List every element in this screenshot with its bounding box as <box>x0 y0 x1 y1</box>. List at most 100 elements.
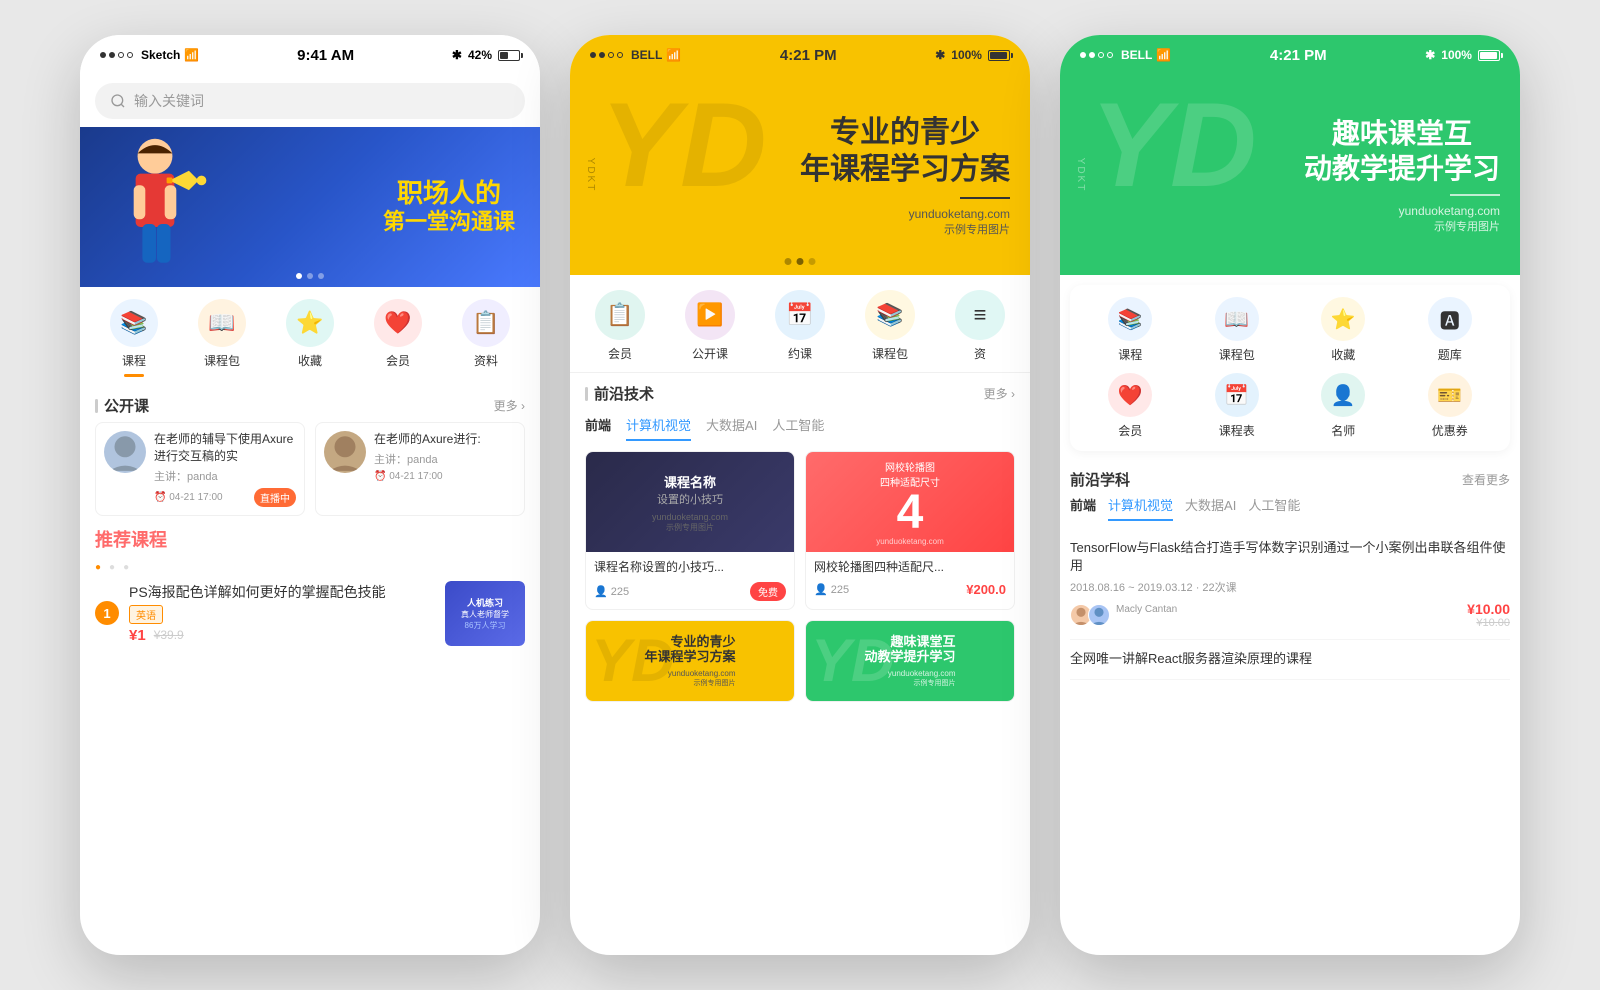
price-pair-3-1: ¥10.00 ¥10.00 <box>1467 601 1510 629</box>
nav-icon-book-2: 📅 <box>775 290 825 340</box>
nav-item-coupon-3[interactable]: 🎫 优惠券 <box>1402 373 1499 439</box>
nav-item-resource-2[interactable]: ≡ 资 <box>955 290 1005 362</box>
grid-card-2-3[interactable]: 专业的青少年课程学习方案 yunduoketang.com 示例专用图片 YD <box>585 620 795 702</box>
nav-icon-resource-2: ≡ <box>955 290 1005 340</box>
signal-dot2-2 <box>599 52 605 58</box>
nav-item-package-1[interactable]: 📖 课程包 <box>198 299 246 377</box>
nav-icon-coupon-3: 🎫 <box>1428 373 1472 417</box>
grid-thumb-text-2-3: 专业的青少年课程学习方案 yunduoketang.com 示例专用图片 <box>636 626 743 696</box>
nav-icon-package-1: 📖 <box>198 299 246 347</box>
banner-dot2-1 <box>785 258 792 265</box>
course-card-2[interactable]: 在老师的Axure进行: 主讲：panda ⏰ 04-21 17:00 <box>315 422 525 516</box>
course-time-2: ⏰ 04-21 17:00 <box>374 471 443 482</box>
tab-ai-3[interactable]: 人工智能 <box>1248 495 1300 521</box>
grid-students-2-2: 👤 225 <box>814 583 849 596</box>
banner-sub-2: 示例专用图片 <box>800 221 1010 237</box>
nav-item-material-1[interactable]: 📋 资料 <box>462 299 510 377</box>
avatar-cantan <box>1088 604 1110 626</box>
status-left-2: BELL 📶 <box>590 48 681 62</box>
live-badge-1: 直播中 <box>254 488 296 507</box>
more-link-2[interactable]: 更多 <box>984 385 1015 402</box>
nav-icon-opencourse-2: ▶️ <box>685 290 735 340</box>
nav-label-coupon-3: 优惠券 <box>1432 422 1468 439</box>
grid-card-2-4[interactable]: 趣味课堂互动教学提升学习 yunduoketang.com 示例专用图片 YD <box>805 620 1015 702</box>
grid-card-2-1[interactable]: 课程名称 设置的小技巧 yunduoketang.com 示例专用图片 课程名称… <box>585 451 795 610</box>
nav-item-course-3[interactable]: 📚 课程 <box>1082 297 1179 363</box>
course-time-1: ⏰ 04-21 17:00 <box>154 492 223 503</box>
banner-line-3 <box>1450 194 1500 196</box>
course-list-item-3-2[interactable]: 全网唯一讲解React服务器渲染原理的课程 <box>1070 640 1510 679</box>
status-bar-1: Sketch 📶 9:41 AM ✱ 42% <box>80 35 540 75</box>
grid-meta-2-1: 👤 225 免费 <box>594 582 786 601</box>
bluetooth-icon-1: ✱ <box>452 48 462 62</box>
tab-bigdata-2[interactable]: 大数据AI <box>706 415 757 441</box>
more-link-public-1[interactable]: 更多 <box>494 397 525 414</box>
price-main-3-1: ¥10.00 <box>1467 601 1510 617</box>
nav-item-teacher-3[interactable]: 👤 名师 <box>1295 373 1392 439</box>
search-box-1[interactable]: 输入关键词 <box>95 83 525 119</box>
course-info-1: 在老师的辅导下使用Axure进行交互稿的实 主讲：panda ⏰ 04-21 1… <box>154 431 296 507</box>
nav-label-member-3: 会员 <box>1118 422 1142 439</box>
grid-meta-2-2: 👤 225 ¥200.0 <box>814 582 1006 597</box>
banner-line1-2: 专业的青少 <box>830 116 980 149</box>
nav-item-package-2[interactable]: 📚 课程包 <box>865 290 915 362</box>
nav-item-opencourse-2[interactable]: ▶️ 公开课 <box>685 290 735 362</box>
course-grid-2: 课程名称 设置的小技巧 yunduoketang.com 示例专用图片 课程名称… <box>570 441 1030 712</box>
nav-item-book-2[interactable]: 📅 约课 <box>775 290 825 362</box>
banner-green-text-3: 趣味课堂互 动教学提升学习 <box>1304 116 1500 186</box>
course-list-title-3-1: TensorFlow与Flask结合打造手写体数字识别通过一个小案例出串联各组件… <box>1070 539 1510 575</box>
nav-item-collect-1[interactable]: ⭐ 收藏 <box>286 299 334 377</box>
bluetooth-icon-2: ✱ <box>935 48 945 62</box>
nav-item-collect-3[interactable]: ⭐ 收藏 <box>1295 297 1392 363</box>
nav-icon-course-3: 📚 <box>1108 297 1152 341</box>
banner-dots-2 <box>785 258 816 265</box>
status-right-1: ✱ 42% <box>452 48 520 62</box>
course-card-1[interactable]: 在老师的辅导下使用Axure进行交互稿的实 主讲：panda ⏰ 04-21 1… <box>95 422 305 516</box>
tab-cv-2[interactable]: 计算机视觉 <box>626 415 691 441</box>
tab-frontend-3[interactable]: 前端 <box>1070 495 1096 521</box>
tab-bigdata-3[interactable]: 大数据AI <box>1185 495 1236 521</box>
status-bar-3: BELL 📶 4:21 PM ✱ 100% <box>1060 35 1520 75</box>
nav-label-package-1: 课程包 <box>204 352 240 369</box>
nav-item-member-2[interactable]: 📋 会员 <box>595 290 645 362</box>
nav-icons-2: 📋 会员 ▶️ 公开课 📅 约课 📚 课程包 ≡ 资 <box>570 275 1030 373</box>
grid-thumb-2-3: 专业的青少年课程学习方案 yunduoketang.com 示例专用图片 YD <box>586 621 794 701</box>
nav-item-package-3[interactable]: 📖 课程包 <box>1189 297 1286 363</box>
carrier-label-1: Sketch <box>141 48 180 62</box>
signal-dot2-1 <box>590 52 596 58</box>
signal-dots-1 <box>100 52 133 58</box>
section-tabs-2: 前端 计算机视觉 大数据AI 人工智能 <box>570 415 1030 441</box>
recommend-dots-1: ●●● <box>95 562 525 573</box>
grid-info-2-2: 网校轮播图四种适配尺... 👤 225 ¥200.0 <box>806 552 1014 605</box>
signal-dot2-4 <box>617 52 623 58</box>
course-list-item-3-1[interactable]: TensorFlow与Flask结合打造手写体数字识别通过一个小案例出串联各组件… <box>1070 529 1510 640</box>
nav-item-member-1[interactable]: ❤️ 会员 <box>374 299 422 377</box>
see-more-3[interactable]: 查看更多 <box>1462 471 1510 488</box>
free-badge-2-1: 免费 <box>750 582 786 601</box>
wifi-icon-1: 📶 <box>184 48 199 62</box>
nav-item-bank-3[interactable]: 🅰 题库 <box>1402 297 1499 363</box>
signal-dot2 <box>109 52 115 58</box>
nav-item-member-3[interactable]: ❤️ 会员 <box>1082 373 1179 439</box>
grid-thumb-text-2-4: 趣味课堂互动教学提升学习 yunduoketang.com 示例专用图片 <box>856 626 963 696</box>
grid-card-2-2[interactable]: 网校轮播图 四种适配尺寸 4 yunduoketang.com 网校轮播图四种适… <box>805 451 1015 610</box>
ce-title-3: 前沿学科 <box>1070 469 1130 490</box>
price-new-1: ¥1 <box>129 627 146 644</box>
grid-thumb-2-1: 课程名称 设置的小技巧 yunduoketang.com 示例专用图片 <box>586 452 794 552</box>
nav-label-course-1: 课程 <box>122 352 146 369</box>
grid-thumb-2-4: 趣味课堂互动教学提升学习 yunduoketang.com 示例专用图片 YD <box>806 621 1014 701</box>
battery-fill-1 <box>500 52 508 59</box>
recommend-card-1[interactable]: 1 PS海报配色详解如何更好的掌握配色技能 英语 ¥1 ¥39.9 人机练习 真… <box>95 581 525 646</box>
nav-item-course-1[interactable]: 📚 课程 <box>110 299 158 377</box>
tab-frontend-2[interactable]: 前端 <box>585 415 611 441</box>
banner-3: YDKT YD 趣味课堂互 动教学提升学习 yunduoketang.com 示… <box>1060 75 1520 275</box>
banner-line1-1: 职场人的 <box>383 178 515 209</box>
nav-item-schedule-3[interactable]: 📅 课程表 <box>1189 373 1286 439</box>
tab-ai-2[interactable]: 人工智能 <box>772 415 824 441</box>
nav-label-book-2: 约课 <box>788 345 812 362</box>
tab-cv-3[interactable]: 计算机视觉 <box>1108 495 1173 521</box>
tag-badge-1: 英语 <box>129 605 163 624</box>
course-teacher-1: 主讲：panda <box>154 468 296 484</box>
nav-label-collect-3: 收藏 <box>1331 346 1355 363</box>
course-info-2: 在老师的Axure进行: 主讲：panda ⏰ 04-21 17:00 <box>374 431 516 507</box>
